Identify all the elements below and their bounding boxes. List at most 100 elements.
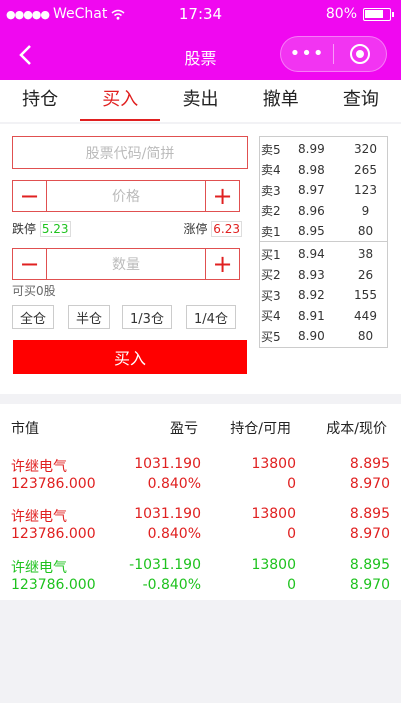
nav-bar: 股票 •••: [0, 30, 401, 80]
limit-down-label: 跌停: [12, 222, 37, 236]
limit-up-label: 涨停: [183, 222, 208, 236]
stock-name: 许继电气: [11, 509, 67, 525]
available-quantity: 0: [287, 526, 296, 542]
quantity-stepper: − 数量 +: [12, 248, 240, 280]
ratio-third-button[interactable]: 1/3仓: [122, 305, 172, 329]
bid-level: 买2: [261, 268, 281, 283]
battery-percent: 80%: [325, 6, 357, 22]
bid-level: 买5: [261, 329, 281, 344]
stock-name: 许继电气: [11, 459, 67, 475]
position-row[interactable]: 许继电气 123786.000 1031.190 0.840% 13800 0 …: [0, 506, 401, 546]
stock-code-input[interactable]: 股票代码/简拼: [12, 136, 248, 169]
current-price: 8.970: [349, 526, 390, 542]
header-holding: 持仓/可用: [230, 421, 291, 437]
header-cost: 成本/现价: [326, 421, 387, 437]
ask-volume: 265: [354, 162, 377, 177]
pnl-percent: -0.840%: [142, 577, 201, 593]
trade-panel: 股票代码/简拼 − 价格 + 跌停 5.23 涨停 6.23 − 数量 + 可买…: [0, 124, 401, 394]
pnl-amount: 1031.190: [134, 456, 201, 472]
price-placeholder: 价格: [112, 189, 140, 205]
current-price: 8.970: [349, 577, 390, 593]
price-input[interactable]: 价格: [46, 181, 206, 211]
tab-cancel-order[interactable]: 撤单: [241, 80, 321, 122]
header-pnl: 盈亏: [170, 421, 198, 437]
ask-volume: 9: [361, 203, 370, 218]
close-mini-program-button[interactable]: [334, 43, 386, 65]
limit-down: 跌停 5.23: [12, 220, 71, 237]
stock-name: 许继电气: [11, 560, 67, 576]
ask-level: 卖2: [261, 204, 281, 219]
ratio-half-button[interactable]: 半仓: [68, 305, 110, 329]
bid-row[interactable]: 买1 8.94 38: [260, 244, 387, 265]
price-minus-button[interactable]: −: [13, 181, 46, 211]
order-book: 卖5 8.99 320 卖4 8.98 265 卖3 8.97 123 卖2 8.96 9 卖1…: [259, 136, 388, 348]
cost-price: 8.895: [349, 456, 390, 472]
ratio-quarter-button[interactable]: 1/4仓: [186, 305, 236, 329]
tab-query[interactable]: 查询: [321, 80, 401, 122]
limit-down-value[interactable]: 5.23: [39, 221, 71, 237]
ask-level: 卖5: [261, 142, 281, 157]
limit-up-value[interactable]: 6.23: [211, 221, 242, 237]
ask-price: 8.95: [298, 224, 325, 239]
header-market-value: 市值: [11, 421, 39, 437]
ask-volume: 320: [354, 142, 377, 157]
ask-row[interactable]: 卖5 8.99 320: [260, 139, 387, 160]
bid-level: 买1: [261, 247, 281, 262]
mini-program-capsule: •••: [280, 36, 387, 72]
quantity-placeholder: 数量: [112, 257, 140, 273]
quantity-minus-button[interactable]: −: [13, 249, 46, 279]
tab-holdings[interactable]: 持仓: [0, 80, 80, 122]
positions-header: 市值 盈亏 持仓/可用 成本/现价: [0, 418, 401, 438]
market-value: 123786.000: [11, 577, 96, 593]
cost-price: 8.895: [349, 557, 390, 573]
stock-code-placeholder: 股票代码/简拼: [85, 145, 175, 162]
current-price: 8.970: [349, 476, 390, 492]
bid-price: 8.94: [298, 247, 325, 262]
holding-quantity: 13800: [251, 506, 296, 522]
ask-price: 8.98: [298, 162, 325, 177]
tab-buy[interactable]: 买入: [80, 80, 160, 122]
position-row[interactable]: 许继电气 123786.000 -1031.190 -0.840% 13800 …: [0, 557, 401, 597]
position-ratio-row: 全仓 半仓 1/3仓 1/4仓: [12, 305, 240, 329]
buy-button[interactable]: 买入: [13, 340, 247, 374]
cost-price: 8.895: [349, 506, 390, 522]
ask-row[interactable]: 卖4 8.98 265: [260, 160, 387, 181]
holding-quantity: 13800: [251, 557, 296, 573]
bid-row[interactable]: 买4 8.91 449: [260, 306, 387, 327]
positions-table: 市值 盈亏 持仓/可用 成本/现价 许继电气 123786.000 1031.1…: [0, 404, 401, 600]
bid-level: 买3: [261, 288, 281, 303]
available-quantity: 0: [287, 577, 296, 593]
ratio-full-button[interactable]: 全仓: [12, 305, 54, 329]
can-buy-text: 可买0股: [12, 284, 56, 298]
price-plus-button[interactable]: +: [206, 181, 239, 211]
bid-volume: 80: [357, 329, 374, 344]
ask-row[interactable]: 卖3 8.97 123: [260, 180, 387, 201]
bid-row[interactable]: 买5 8.90 80: [260, 326, 387, 347]
status-right: 80%: [325, 6, 394, 22]
market-value: 123786.000: [11, 476, 96, 492]
ask-price: 8.97: [298, 183, 325, 198]
target-icon: [350, 44, 370, 64]
bid-volume: 449: [354, 308, 377, 323]
bid-row[interactable]: 买3 8.92 155: [260, 285, 387, 306]
ask-row[interactable]: 卖2 8.96 9: [260, 201, 387, 222]
position-row[interactable]: 许继电气 123786.000 1031.190 0.840% 13800 0 …: [0, 456, 401, 496]
order-book-bids: 买1 8.94 38 买2 8.93 26 买3 8.92 155 买4 8.91 449 买5…: [260, 242, 387, 347]
bid-row[interactable]: 买2 8.93 26: [260, 265, 387, 286]
more-button[interactable]: •••: [281, 39, 333, 69]
limit-up: 涨停 6.23: [183, 220, 242, 237]
quantity-input[interactable]: 数量: [46, 249, 206, 279]
order-book-asks: 卖5 8.99 320 卖4 8.98 265 卖3 8.97 123 卖2 8.96 9 卖1…: [260, 137, 387, 242]
pnl-percent: 0.840%: [147, 526, 201, 542]
bid-level: 买4: [261, 309, 281, 324]
ask-price: 8.99: [298, 142, 325, 157]
bid-volume: 26: [357, 267, 374, 282]
tab-sell[interactable]: 卖出: [160, 80, 240, 122]
ask-row[interactable]: 卖1 8.95 80: [260, 221, 387, 242]
limit-price-row: 跌停 5.23 涨停 6.23: [12, 220, 242, 237]
ask-level: 卖3: [261, 183, 281, 198]
ask-price: 8.96: [298, 203, 325, 218]
quantity-plus-button[interactable]: +: [206, 249, 239, 279]
bid-volume: 38: [357, 247, 374, 262]
market-value: 123786.000: [11, 526, 96, 542]
